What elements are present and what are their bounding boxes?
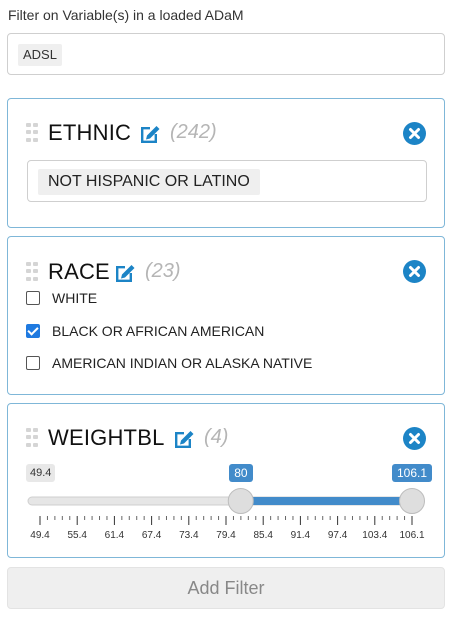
filter-title-weightbl: WEIGHTBL <box>48 425 165 450</box>
edit-icon[interactable] <box>171 426 195 450</box>
checkbox-black[interactable] <box>26 324 40 338</box>
filter-card-race: RACE (23) WHITE BLACK OR AFRICAN AMERICA… <box>7 236 445 395</box>
slider-tick-label: 55.4 <box>67 530 87 541</box>
drag-handle-icon[interactable] <box>26 123 38 143</box>
filter-count-weightbl: (4) <box>204 426 229 448</box>
filter-count-race: (23) <box>145 260 181 282</box>
slider-min-label: 49.4 <box>26 464 56 482</box>
close-icon[interactable] <box>403 427 426 450</box>
slider-selected-range <box>240 497 412 505</box>
race-option-label: WHITE <box>52 290 98 306</box>
slider-low-value: 80 <box>229 464 253 482</box>
ethnic-value-chip[interactable]: NOT HISPANIC OR LATINO <box>38 169 260 195</box>
slider-high-handle[interactable] <box>399 488 425 514</box>
drag-handle-icon[interactable] <box>26 428 38 448</box>
slider-low-handle[interactable] <box>227 488 254 514</box>
slider-tick-label: 103.4 <box>362 530 387 541</box>
filter-title-ethnic: ETHNIC <box>48 120 132 145</box>
drag-handle-icon[interactable] <box>26 262 38 282</box>
slider-tick-label: 97.4 <box>328 530 348 541</box>
race-option-black[interactable]: BLACK OR AFRICAN AMERICAN <box>26 321 264 341</box>
dataset-chip[interactable]: ADSL <box>18 44 62 66</box>
ethnic-value-select[interactable]: NOT HISPANIC OR LATINO <box>27 160 427 202</box>
edit-icon[interactable] <box>112 260 136 284</box>
slider-tick-label: 73.4 <box>179 530 199 541</box>
filter-title-race: RACE <box>48 259 110 284</box>
close-icon[interactable] <box>403 260 426 283</box>
race-option-white[interactable]: WHITE <box>26 288 97 308</box>
dataset-select[interactable]: ADSL <box>7 33 445 75</box>
checkbox-white[interactable] <box>26 291 40 305</box>
race-option-american-indian[interactable]: AMERICAN INDIAN OR ALASKA NATIVE <box>26 353 312 373</box>
race-option-label: BLACK OR AFRICAN AMERICAN <box>52 323 265 339</box>
slider-tick-label: 91.4 <box>291 530 311 541</box>
checkbox-american-indian[interactable] <box>26 356 40 370</box>
slider-tick-label: 106.1 <box>399 530 424 541</box>
slider-tick-label: 79.4 <box>216 530 236 541</box>
add-filter-button[interactable]: Add Filter <box>7 567 445 609</box>
edit-icon[interactable] <box>137 121 161 145</box>
slider-tick-label: 49.4 <box>30 530 50 541</box>
slider-high-value: 106.1 <box>392 464 433 482</box>
slider-tick-label: 61.4 <box>105 530 125 541</box>
weightbl-range-slider[interactable]: 49.4 55.4 61.4 67.4 73.4 79.4 85.4 91.4 97.4 103.… <box>8 482 444 552</box>
slider-tick-label: 67.4 <box>142 530 162 541</box>
race-option-label: AMERICAN INDIAN OR ALASKA NATIVE <box>52 355 313 371</box>
close-icon[interactable] <box>403 122 426 145</box>
filter-count-ethnic: (242) <box>170 121 217 143</box>
filter-header-label: Filter on Variable(s) in a loaded ADaM <box>8 7 244 23</box>
filter-card-ethnic: ETHNIC (242) NOT HISPANIC OR LATINO <box>7 98 445 228</box>
filter-card-weightbl: WEIGHTBL (4) 49.4 80 106.1 49.4 55.4 61.4 6… <box>7 403 445 558</box>
slider-tick-label: 85.4 <box>253 530 273 541</box>
